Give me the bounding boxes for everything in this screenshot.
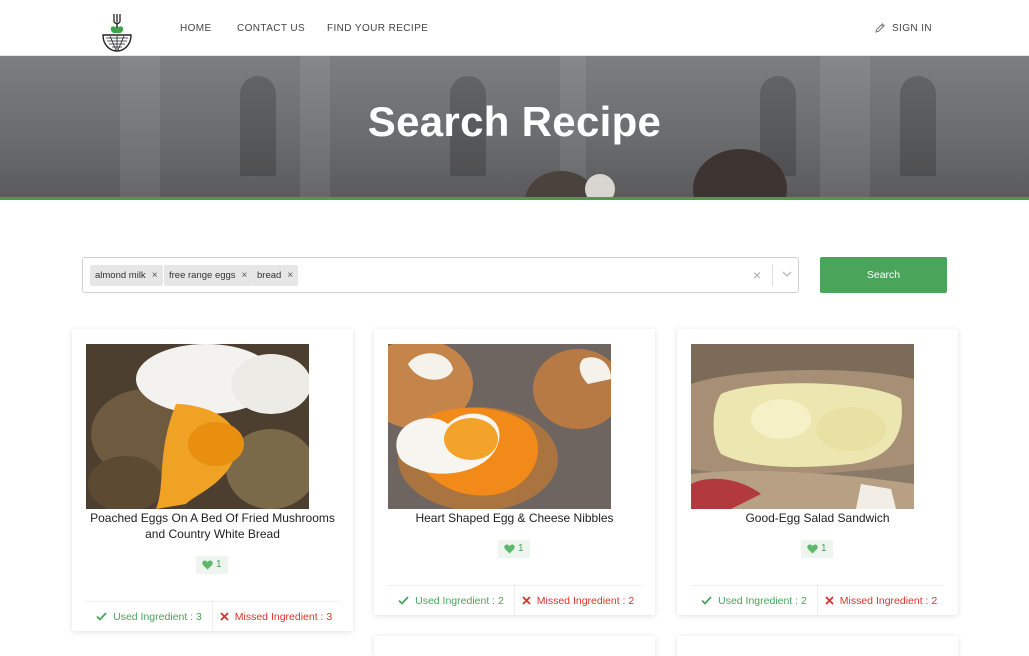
recipe-title[interactable]: Good-Egg Salad Sandwich (691, 510, 944, 526)
like-badge[interactable]: 1 (498, 540, 530, 558)
recipe-card[interactable]: Poached Eggs On A Bed Of Fried Mushrooms… (72, 329, 353, 631)
nav-home-link[interactable]: HOME (180, 23, 212, 34)
recipe-card[interactable]: Good-Egg Salad Sandwich 1 Used Ingredien… (677, 329, 958, 615)
used-ingredient-stat: Used Ingredient : 2 (388, 586, 515, 615)
ingredient-tag: almond milk × (90, 265, 163, 286)
remove-tag-icon[interactable]: × (242, 270, 248, 281)
pencil-icon (875, 23, 885, 33)
chevron-down-icon[interactable] (780, 266, 794, 282)
like-badge[interactable]: 1 (801, 540, 833, 558)
missed-ingredient-stat: Missed Ingredient : 2 (818, 586, 944, 615)
like-badge[interactable]: 1 (196, 556, 228, 574)
like-count: 1 (821, 543, 827, 554)
recipe-image[interactable] (388, 344, 611, 509)
like-count: 1 (518, 543, 524, 554)
ingredient-summary: Used Ingredient : 3 Missed Ingredient : … (86, 601, 339, 631)
ingredient-tag: bread × (252, 265, 299, 286)
heart-icon (807, 544, 818, 554)
ingredient-tag: free range eggs × (164, 265, 253, 286)
ingredient-summary: Used Ingredient : 2 Missed Ingredient : … (388, 585, 641, 615)
used-ingredient-stat: Used Ingredient : 3 (86, 602, 213, 631)
sign-in-link[interactable]: SIGN IN (874, 22, 932, 34)
hero-divider (0, 197, 1029, 200)
remove-tag-icon[interactable]: × (152, 270, 158, 281)
select-separator (772, 265, 773, 286)
recipe-card[interactable]: Heart Shaped Egg & Cheese Nibbles 1 Used… (374, 329, 655, 615)
missed-ingredient-stat: Missed Ingredient : 2 (515, 586, 641, 615)
ingredient-tag-label: bread (257, 270, 282, 281)
page-title: Search Recipe (367, 98, 662, 145)
recipe-card-stub (677, 636, 958, 656)
used-ingredient-label: Used Ingredient : 2 (718, 594, 807, 607)
ingredient-tag-label: free range eggs (169, 270, 236, 281)
missed-ingredient-label: Missed Ingredient : 3 (234, 610, 333, 623)
recipe-card-stub (374, 636, 655, 656)
missed-ingredient-label: Missed Ingredient : 2 (536, 594, 635, 607)
recipe-image[interactable] (86, 344, 309, 509)
recipe-title[interactable]: Poached Eggs On A Bed Of Fried Mushrooms… (86, 510, 339, 542)
hero-banner: Search Recipe (0, 56, 1029, 197)
ingredient-multiselect[interactable]: almond milk × free range eggs × bread × × (82, 257, 799, 293)
fork-bowl-logo-icon[interactable] (100, 13, 134, 53)
recipe-title[interactable]: Heart Shaped Egg & Cheese Nibbles (388, 510, 641, 526)
like-count: 1 (216, 559, 222, 570)
ingredient-tag-label: almond milk (95, 270, 146, 281)
clear-all-icon[interactable]: × (753, 267, 761, 283)
used-ingredient-label: Used Ingredient : 3 (113, 610, 202, 623)
check-icon (96, 612, 107, 621)
cross-icon (825, 596, 834, 605)
missed-ingredient-stat: Missed Ingredient : 3 (213, 602, 339, 631)
missed-ingredient-label: Missed Ingredient : 2 (839, 594, 938, 607)
search-button[interactable]: Search (820, 257, 947, 293)
ingredient-summary: Used Ingredient : 2 Missed Ingredient : … (691, 585, 944, 615)
cross-icon (522, 596, 531, 605)
used-ingredient-label: Used Ingredient : 2 (415, 594, 504, 607)
check-icon (701, 596, 712, 605)
cross-icon (220, 612, 229, 621)
heart-icon (504, 544, 515, 554)
recipe-image[interactable] (691, 344, 914, 509)
sign-in-label: SIGN IN (891, 22, 932, 34)
heart-icon (202, 560, 213, 570)
remove-tag-icon[interactable]: × (287, 270, 293, 281)
navbar: HOME CONTACT US FIND YOUR RECIPE SIGN IN (0, 0, 1029, 56)
nav-contact-link[interactable]: CONTACT US (237, 23, 305, 34)
used-ingredient-stat: Used Ingredient : 2 (691, 586, 818, 615)
nav-find-recipe-link[interactable]: FIND YOUR RECIPE (327, 23, 428, 34)
check-icon (398, 596, 409, 605)
